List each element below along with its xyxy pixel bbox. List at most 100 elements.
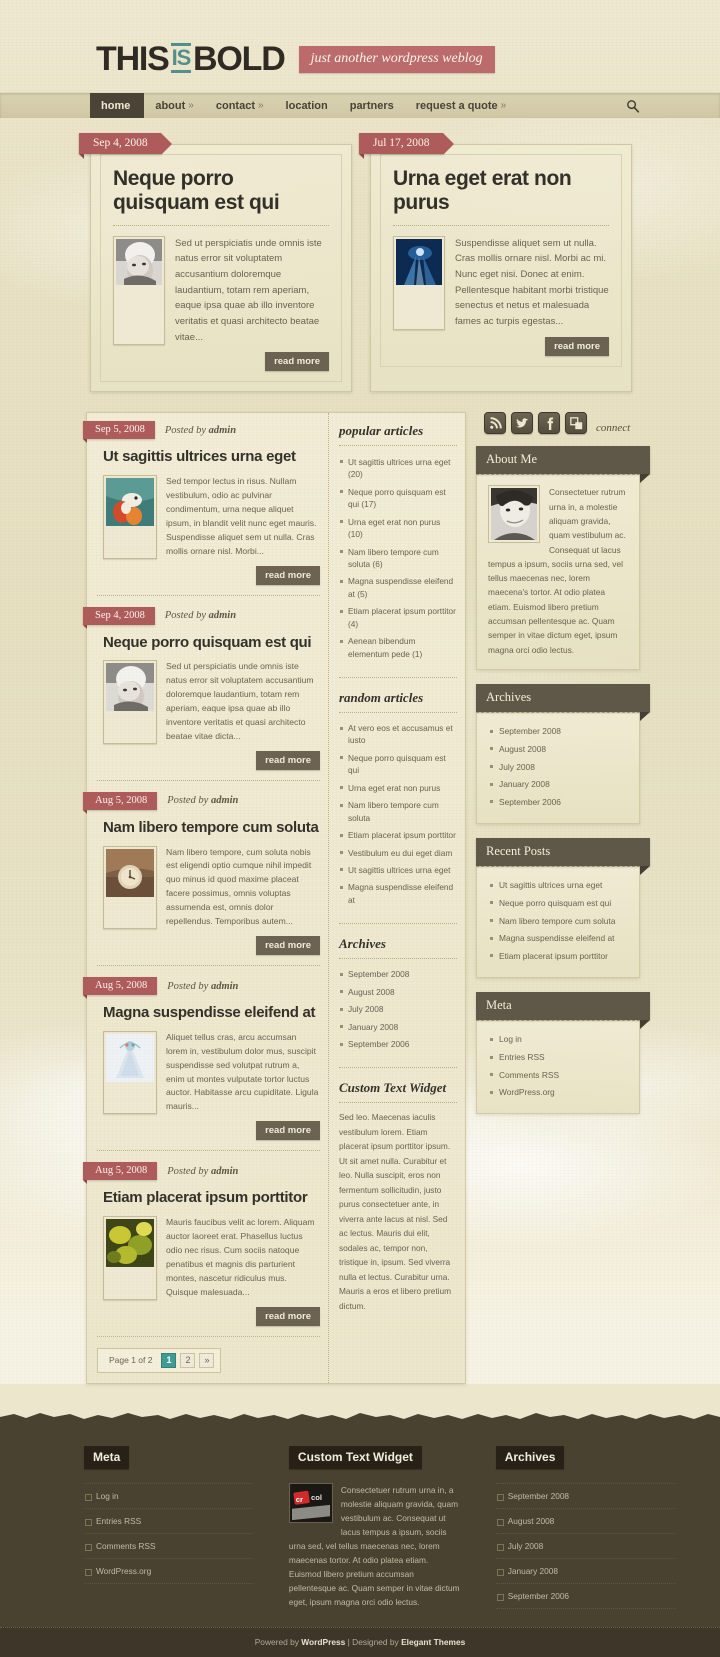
- pagination-page-1[interactable]: 1: [161, 1352, 177, 1368]
- read-more-button[interactable]: read more: [256, 1121, 320, 1141]
- list-item[interactable]: Etiam placerat ipsum porttitor: [488, 947, 628, 965]
- list-item[interactable]: Ut sagittis ultrices urna eget (20): [339, 453, 457, 483]
- list-item[interactable]: Log in: [488, 1031, 628, 1049]
- list-item[interactable]: January 2008: [495, 1559, 676, 1584]
- list-item[interactable]: Urna eget erat non purus (10): [339, 513, 457, 543]
- post-thumbnail[interactable]: [103, 1030, 157, 1115]
- list-item[interactable]: Entries RSS: [488, 1049, 628, 1067]
- list-item[interactable]: September 2008: [339, 966, 457, 983]
- post-title[interactable]: Neque porro quisquam est qui: [97, 634, 320, 652]
- list-item[interactable]: September 2006: [495, 1584, 676, 1609]
- nav-item-home[interactable]: home: [90, 93, 145, 118]
- author-name[interactable]: admin: [211, 981, 238, 992]
- read-more-button[interactable]: read more: [265, 352, 329, 372]
- author-name[interactable]: admin: [209, 610, 236, 621]
- list-item[interactable]: August 2008: [488, 740, 628, 758]
- list-item[interactable]: September 2006: [488, 793, 628, 811]
- post-excerpt: Nam libero tempore, cum soluta nobis est…: [166, 846, 312, 927]
- list-item[interactable]: Comments RSS: [488, 1066, 628, 1084]
- list-item[interactable]: Urna eget erat non purus: [339, 779, 457, 796]
- logo-part2: BOLD: [193, 40, 286, 78]
- list-item[interactable]: Nam libero tempore cum soluta: [339, 797, 457, 827]
- pagination-page-2[interactable]: 2: [180, 1352, 196, 1368]
- list-item[interactable]: Vestibulum eu dui eget diam: [339, 844, 457, 861]
- list-item[interactable]: August 2008: [339, 983, 457, 1000]
- portrait-bw-woman-looking-up-image: [116, 238, 162, 285]
- nav-item-partners[interactable]: partners: [339, 93, 405, 118]
- list-item[interactable]: January 2008: [488, 776, 628, 794]
- post-title[interactable]: Nam libero tempore cum soluta: [97, 819, 320, 837]
- read-more-button[interactable]: read more: [256, 1306, 320, 1326]
- list-item[interactable]: Log in: [84, 1482, 253, 1509]
- posted-by-label: Posted by: [164, 610, 209, 622]
- list-item[interactable]: Neque porro quisquam est qui (17): [339, 483, 457, 513]
- nav-item-location[interactable]: location: [275, 93, 339, 118]
- list-item[interactable]: September 2008: [495, 1482, 676, 1509]
- read-more-button[interactable]: read more: [256, 565, 320, 585]
- featured-thumbnail[interactable]: [393, 235, 445, 330]
- featured-posts-row: Sep 4, 2008 Neque porro quisquam est qui: [0, 118, 720, 393]
- list-item[interactable]: Ut sagittis ultrices urna eget: [488, 877, 628, 895]
- post-title[interactable]: Magna suspendisse eleifend at: [97, 1004, 320, 1022]
- share-icon[interactable]: [565, 412, 587, 435]
- list-item[interactable]: Magna suspendisse eleifend at: [488, 930, 628, 948]
- list-item[interactable]: Magna suspendisse eleifend at (5): [339, 573, 457, 603]
- list-item[interactable]: January 2008: [339, 1018, 457, 1035]
- list-item[interactable]: At vero eos et accusamus et iusto: [339, 720, 457, 750]
- post-thumbnail[interactable]: [103, 1215, 157, 1300]
- list-item[interactable]: Etiam placerat ipsum porttitor: [339, 827, 457, 844]
- rss-icon[interactable]: [484, 412, 506, 435]
- nav-label: about: [155, 99, 186, 112]
- post-thumbnail[interactable]: [103, 660, 157, 744]
- recent-posts-list: Ut sagittis ultrices urna eget Neque por…: [488, 877, 628, 965]
- post-thumbnail[interactable]: [103, 475, 157, 559]
- list-item[interactable]: WordPress.org: [84, 1559, 253, 1584]
- random-articles-list: At vero eos et accusamus et iusto Neque …: [339, 720, 457, 909]
- author-name[interactable]: admin: [211, 795, 238, 806]
- featured-thumbnail[interactable]: [113, 235, 165, 346]
- list-item[interactable]: Entries RSS: [84, 1509, 253, 1534]
- nav-item-about[interactable]: about»: [144, 93, 205, 118]
- post-author: Posted by admin: [167, 981, 238, 992]
- list-item[interactable]: September 2008: [488, 723, 628, 741]
- featured-date-ribbon: Sep 4, 2008: [79, 133, 172, 159]
- list-item[interactable]: September 2006: [339, 1036, 457, 1053]
- post-title[interactable]: Ut sagittis ultrices urna eget: [97, 448, 320, 466]
- list-item[interactable]: July 2008: [339, 1001, 457, 1018]
- read-more-button[interactable]: read more: [256, 750, 320, 770]
- nav-label: home: [101, 99, 131, 112]
- list-item[interactable]: August 2008: [495, 1509, 676, 1534]
- divider: [339, 676, 457, 678]
- elegant-themes-link[interactable]: Elegant Themes: [401, 1637, 465, 1647]
- list-item[interactable]: Magna suspendisse eleifend at: [339, 879, 457, 909]
- read-more-button[interactable]: read more: [545, 336, 609, 356]
- search-icon[interactable]: [626, 99, 640, 113]
- list-item[interactable]: Neque porro quisquam est qui: [488, 894, 628, 912]
- social-icons: connect: [476, 412, 640, 435]
- twitter-icon[interactable]: [511, 412, 533, 435]
- post-thumbnail[interactable]: [103, 845, 157, 930]
- list-item[interactable]: Comments RSS: [84, 1534, 253, 1559]
- nav-item-contact[interactable]: contact»: [205, 93, 275, 118]
- list-item[interactable]: July 2008: [495, 1534, 676, 1559]
- list-item[interactable]: Neque porro quisquam est qui: [339, 749, 457, 779]
- list-item[interactable]: July 2008: [488, 758, 628, 776]
- list-item[interactable]: Ut sagittis ultrices urna eget: [339, 861, 457, 878]
- wordpress-link[interactable]: WordPress: [301, 1637, 345, 1647]
- pagination-next-button[interactable]: »: [199, 1352, 215, 1368]
- post-title[interactable]: Etiam placerat ipsum porttitor: [97, 1189, 320, 1207]
- nav-item-request-a-quote[interactable]: request a quote»: [405, 93, 517, 118]
- list-item[interactable]: WordPress.org: [488, 1084, 628, 1102]
- list-item[interactable]: Etiam placerat ipsum porttitor (4): [339, 603, 457, 633]
- featured-title[interactable]: Urna eget erat non purus: [393, 167, 609, 216]
- divider: [339, 1101, 457, 1103]
- author-name[interactable]: admin: [209, 425, 236, 436]
- facebook-icon[interactable]: [538, 412, 560, 435]
- featured-title[interactable]: Neque porro quisquam est qui: [113, 167, 329, 216]
- read-more-button[interactable]: read more: [256, 936, 320, 956]
- list-item[interactable]: Aenean bibendum elementum pede (1): [339, 633, 457, 663]
- site-logo[interactable]: THIS ISBOLD just another wordpress weblog: [96, 42, 495, 76]
- list-item[interactable]: Nam libero tempore cum soluta: [488, 912, 628, 930]
- author-name[interactable]: admin: [211, 1166, 238, 1177]
- list-item[interactable]: Nam libero tempore cum soluta (6): [339, 543, 457, 573]
